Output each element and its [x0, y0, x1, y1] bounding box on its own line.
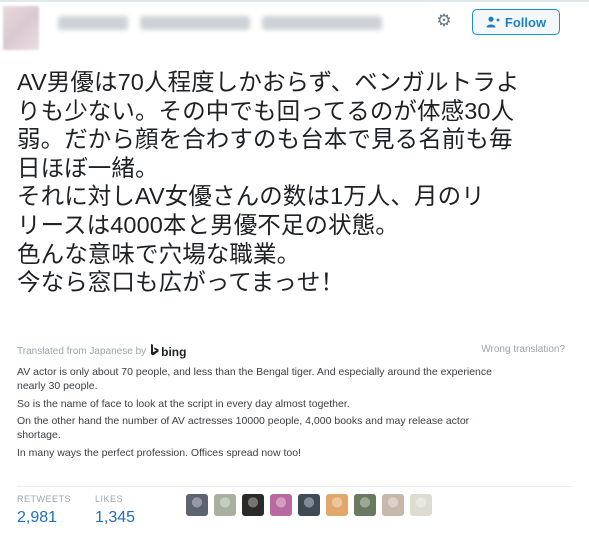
avatar[interactable]: [3, 6, 39, 50]
translation-text: AV actor is only about 70 people, and le…: [17, 366, 577, 461]
likes-label: LIKES: [95, 494, 124, 504]
likes-count: 1,345: [95, 509, 136, 526]
translated-from-label: Translated from Japanese by: [17, 346, 147, 357]
liker-avatar-1[interactable]: [186, 494, 208, 516]
translation-line: AV actor is only about 70 people, and le…: [17, 366, 492, 378]
follow-label: Follow: [504, 14, 547, 30]
bing-label: bing: [161, 344, 187, 359]
translation-line: nearly 30 people.: [17, 379, 98, 392]
translation-line: So is the name of face to look at the sc…: [17, 397, 350, 410]
tweet-line: 日ほぼ一緒。: [17, 154, 159, 181]
tweet-card: ⚙ Follow AV男優は70人程度しかおらず、ベンガルトラよ りも少ない。そ…: [0, 0, 589, 534]
tweet-line: それに対しAV女優さんの数は1万人、月のリ: [17, 183, 485, 210]
wrong-translation-link[interactable]: Wrong translation?: [481, 344, 565, 355]
tweet-line: 弱。だから顔を合わすのも台本で見る名前も毎: [17, 126, 513, 153]
display-name-blurred[interactable]: [58, 16, 128, 30]
username-blurred: [262, 16, 382, 30]
liker-avatar-7[interactable]: [354, 494, 376, 516]
tweet-line: 色んな意味で穴場な職業。: [17, 240, 301, 267]
divider: [17, 486, 572, 487]
liker-avatar-5[interactable]: [298, 494, 320, 516]
display-name-blurred-2: [140, 16, 250, 30]
translation-line: In many ways the perfect profession. Off…: [17, 446, 302, 459]
tweet-text: AV男優は70人程度しかおらず、ベンガルトラよ りも少ない。その中でも回ってるの…: [17, 68, 577, 297]
tweet-line: りも少ない。その中でも回ってるのが体感30人: [17, 97, 515, 124]
liker-avatars: [186, 494, 432, 516]
translation-line: shortage.: [17, 429, 61, 442]
liker-avatar-2[interactable]: [214, 494, 236, 516]
liker-avatar-6[interactable]: [326, 494, 348, 516]
retweets-label: RETWEETS: [17, 494, 72, 504]
liker-avatar-3[interactable]: [242, 494, 264, 516]
liker-avatar-8[interactable]: [382, 494, 404, 516]
tweet-line: リースは4000本と男優不足の状態。: [17, 211, 399, 238]
tweet-line: AV男優は70人程度しかおらず、ベンガルトラよ: [17, 69, 520, 95]
translation-meta: Translated from Japanese by bing Wrong t…: [17, 342, 565, 359]
tweet-line: 今なら窓口も広がってまっせ！: [17, 269, 345, 296]
retweets-count: 2,981: [17, 509, 58, 526]
bing-icon: [150, 344, 159, 359]
translation-line: On the other hand the number of AV actre…: [17, 415, 470, 428]
liker-avatar-4[interactable]: [270, 494, 292, 516]
gear-icon[interactable]: ⚙: [435, 12, 453, 30]
liker-avatar-9[interactable]: [410, 494, 432, 516]
likes-stat[interactable]: LIKES 1,345: [95, 494, 135, 527]
add-user-icon: [486, 16, 500, 28]
follow-button[interactable]: Follow: [472, 9, 560, 35]
retweets-stat[interactable]: RETWEETS 2,981: [17, 494, 71, 527]
bing-logo[interactable]: bing: [150, 344, 186, 359]
